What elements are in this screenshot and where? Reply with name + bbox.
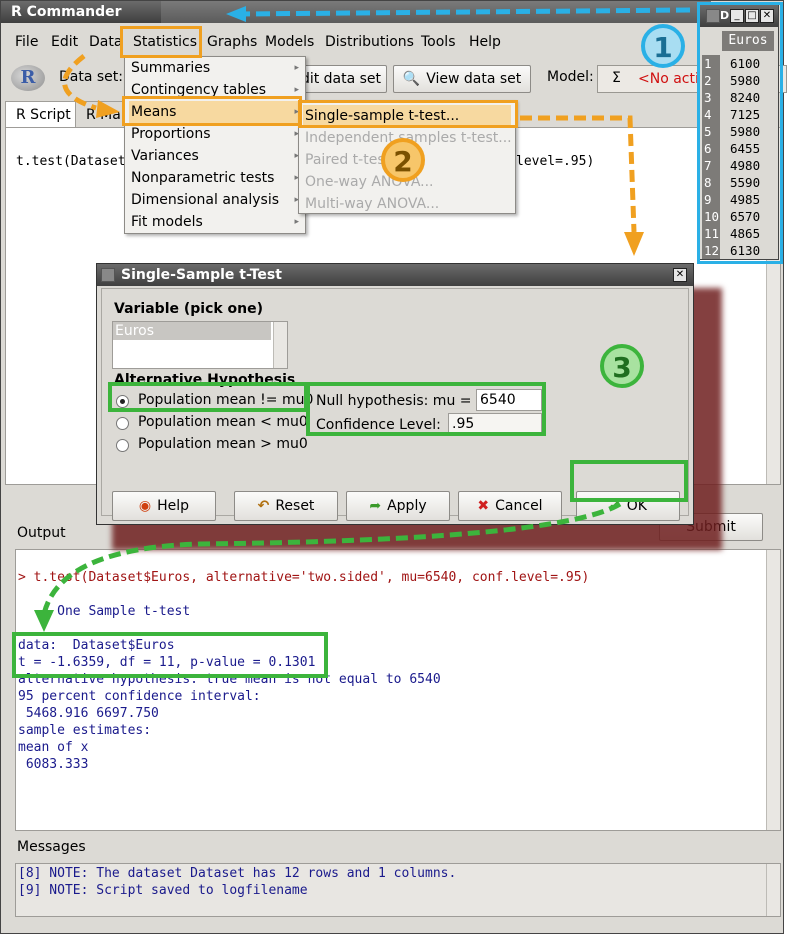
menu-item-label: Nonparametric tests: [131, 170, 275, 186]
messages-label: Messages: [17, 839, 86, 855]
step-badge-1: 1: [641, 24, 685, 68]
messages-scrollbar[interactable]: [766, 864, 780, 916]
menu-variances[interactable]: Variances ▸: [129, 145, 303, 167]
highlight-null-confidence: [306, 382, 546, 436]
dialog-menu-icon[interactable]: [101, 268, 115, 282]
menu-models[interactable]: Models: [261, 30, 318, 54]
messages-pane[interactable]: [8] NOTE: The dataset Dataset has 12 row…: [15, 863, 781, 917]
apply-label: Apply: [387, 498, 427, 514]
radio-less[interactable]: [116, 417, 129, 430]
reset-arrow-icon: ↶: [257, 498, 270, 514]
dialog-title: Single-Sample t-Test: [121, 267, 282, 283]
reset-button[interactable]: ↶ Reset: [234, 491, 338, 521]
output-line: mean of x: [18, 740, 89, 755]
help-label: Help: [157, 498, 190, 514]
menu-dimensional-analysis[interactable]: Dimensional analysis ▸: [129, 189, 303, 211]
menu-tools[interactable]: Tools: [417, 30, 460, 54]
menu-multi-way-anova: Multi-way ANOVA...: [305, 196, 440, 212]
menu-proportions[interactable]: Proportions ▸: [129, 123, 303, 145]
highlight-ok-button: [570, 460, 688, 502]
message-line: [9] NOTE: Script saved to logfilename: [18, 883, 308, 898]
cancel-label: Cancel: [495, 498, 543, 514]
menu-graphs[interactable]: Graphs: [203, 30, 261, 54]
output-pane[interactable]: > t.test(Dataset$Euros, alternative='two…: [15, 549, 781, 831]
variable-option-euros[interactable]: Euros: [113, 322, 271, 340]
menu-nonparametric-tests[interactable]: Nonparametric tests ▸: [129, 167, 303, 189]
model-label: Model:: [547, 69, 594, 85]
output-line: 5468.916 6697.750: [18, 706, 159, 721]
view-dataset-label: View data set: [426, 71, 522, 87]
highlight-data-window: [697, 2, 783, 264]
menu-item-label: Proportions: [131, 126, 211, 142]
output-label: Output: [17, 525, 66, 541]
highlight-single-sample-item: [298, 100, 518, 128]
output-line: 6083.333: [18, 757, 89, 772]
menu-edit[interactable]: Edit: [47, 30, 82, 54]
reset-label: Reset: [275, 498, 315, 514]
variable-scrollbar[interactable]: [273, 322, 287, 368]
view-dataset-button[interactable]: 🔍 View data set: [393, 65, 531, 93]
menu-distributions[interactable]: Distributions: [321, 30, 418, 54]
menu-item-label: Summaries: [131, 60, 211, 76]
menubar: File Edit Data Statistics Graphs Models …: [1, 27, 701, 55]
output-line: One Sample t-test: [18, 604, 191, 619]
highlight-test-result: [12, 632, 328, 678]
step-badge-2: 2: [381, 138, 425, 182]
cancel-button[interactable]: ✖ Cancel: [458, 491, 562, 521]
radio-label-greater: Population mean > mu0: [138, 436, 308, 452]
statistics-menu: Summaries ▸ Contingency tables ▸ Means ▸ Pr…: [124, 56, 306, 234]
submenu-arrow-icon: ▸: [294, 217, 299, 227]
menu-item-label: Dimensional analysis: [131, 192, 280, 208]
lifebuoy-icon: ◉: [138, 498, 152, 514]
apply-arrow-icon: ➦: [369, 498, 382, 514]
highlight-statistics-menu: [120, 26, 202, 58]
r-logo-icon: R: [11, 65, 45, 91]
edit-dataset-label: dit data set: [300, 71, 382, 87]
output-line: sample estimates:: [18, 723, 152, 738]
script-line-end: level=.95): [516, 154, 595, 169]
dialog-close-icon[interactable]: ✕: [673, 268, 687, 282]
script-line-start: t.test(Dataset: [16, 154, 126, 169]
tab-r-script[interactable]: R Script: [5, 101, 82, 127]
apply-button[interactable]: ➦ Apply: [346, 491, 450, 521]
sigma-icon: Σ: [612, 70, 621, 86]
menu-fit-models[interactable]: Fit models ▸: [129, 211, 303, 233]
submenu-arrow-icon: ▸: [294, 63, 299, 73]
menu-item-label: Variances: [131, 148, 199, 164]
message-line: [8] NOTE: The dataset Dataset has 12 row…: [18, 866, 457, 881]
variable-listbox[interactable]: Euros: [112, 321, 288, 369]
help-button[interactable]: ◉ Help: [112, 491, 216, 521]
menu-file[interactable]: File: [11, 30, 42, 54]
main-titlebar: R Commander: [1, 1, 161, 23]
highlight-radio-not-equal: [108, 382, 308, 412]
radio-greater[interactable]: [116, 439, 129, 452]
step-badge-3: 3: [600, 344, 644, 388]
menu-help[interactable]: Help: [465, 30, 505, 54]
menu-summaries[interactable]: Summaries ▸: [129, 57, 303, 79]
variable-heading: Variable (pick one): [114, 301, 264, 317]
dataset-label: Data set:: [59, 69, 123, 85]
dialog-titlebar: Single-Sample t-Test: [97, 264, 693, 286]
edit-dataset-button[interactable]: dit data set: [295, 65, 387, 93]
cancel-x-icon: ✖: [477, 498, 490, 514]
menu-item-label: Fit models: [131, 214, 203, 230]
radio-label-less: Population mean < mu0: [138, 414, 308, 430]
output-scrollbar[interactable]: [766, 550, 780, 830]
highlight-means-item: [122, 96, 302, 126]
output-line: 95 percent confidence interval:: [18, 689, 261, 704]
output-command: > t.test(Dataset$Euros, alternative='two…: [18, 570, 590, 585]
magnifier-icon: 🔍: [402, 71, 421, 87]
main-titlebar-extension: [161, 1, 711, 23]
